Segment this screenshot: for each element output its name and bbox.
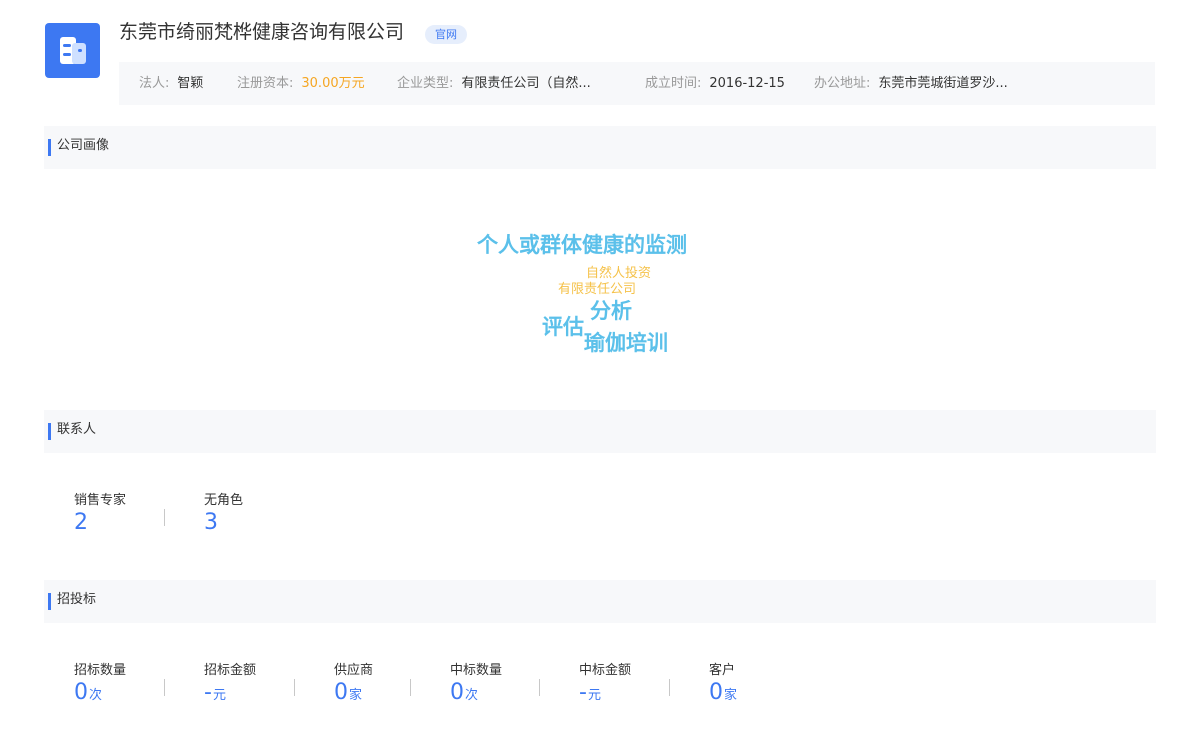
section-accent-bar (48, 139, 51, 156)
company-type-label: 企业类型: (397, 76, 454, 91)
contact-stat-no-role[interactable]: 无角色 3 (204, 492, 243, 536)
bid-stat-suppliers[interactable]: 供应商 0家 (334, 662, 373, 709)
stat-label: 销售专家 (74, 493, 127, 508)
office-address: 办公地址: 东莞市莞城街道罗沙... (814, 62, 1008, 105)
section-title: 招投标 (57, 592, 97, 607)
founded-date-value: 2016-12-15 (709, 76, 785, 91)
stat-unit: 家 (349, 688, 363, 703)
registered-capital-value: 30.00万元 (301, 76, 365, 91)
stat-label: 供应商 (334, 663, 374, 678)
bid-stat-win-count[interactable]: 中标数量 0次 (450, 662, 502, 709)
stat-unit: 元 (212, 688, 226, 703)
stat-unit: 次 (89, 688, 103, 703)
stat-value: 0次 (74, 680, 103, 705)
word-cloud-term: 个人或群体健康的监测 (477, 233, 687, 257)
word-cloud-term: 评估 (542, 315, 584, 339)
stat-value: 0家 (709, 680, 738, 705)
stat-divider (164, 509, 165, 526)
stat-label: 中标数量 (450, 663, 503, 678)
stat-value: 0家 (334, 680, 363, 705)
company-logo (45, 23, 100, 78)
founded-date: 成立时间: 2016-12-15 (645, 62, 785, 105)
word-cloud-term: 分析 (590, 299, 632, 323)
word-cloud-term: 有限责任公司 (558, 282, 637, 297)
office-address-label: 办公地址: (814, 76, 871, 91)
company-info-bar: 法人: 智颖 注册资本: 30.00万元 企业类型: 有限责任公司（自然... 成立时… (119, 62, 1155, 105)
stat-value: 3 (204, 510, 218, 535)
section-accent-bar (48, 593, 51, 610)
stat-unit: 元 (587, 688, 601, 703)
contact-stat-sales-expert[interactable]: 销售专家 2 (74, 492, 126, 536)
registered-capital-label: 注册资本: (237, 76, 294, 91)
bid-stat-tender-count[interactable]: 招标数量 0次 (74, 662, 126, 709)
registered-capital: 注册资本: 30.00万元 (237, 62, 365, 105)
word-cloud-term: 瑜伽培训 (584, 331, 668, 355)
stat-label: 无角色 (204, 493, 244, 508)
stat-divider (410, 679, 411, 696)
company-type-value: 有限责任公司（自然... (461, 76, 591, 91)
founded-date-label: 成立时间: (645, 76, 702, 91)
section-accent-bar (48, 423, 51, 440)
bid-stat-tender-amount[interactable]: 招标金额 -元 (204, 662, 256, 709)
legal-person: 法人: 智颖 (139, 62, 203, 105)
bid-stat-customers[interactable]: 客户 0家 (709, 662, 737, 709)
stat-value: 2 (74, 510, 88, 535)
section-company-profile: 公司画像 (44, 126, 1156, 169)
word-cloud: 个人或群体健康的监测 自然人投资 有限责任公司 分析 评估 瑜伽培训 (0, 0, 1200, 752)
section-bidding: 招投标 (44, 580, 1156, 623)
stat-label: 客户 (709, 663, 736, 678)
company-name: 东莞市绮丽梵桦健康咨询有限公司 (119, 21, 405, 43)
stat-divider (669, 679, 670, 696)
stat-divider (164, 679, 165, 696)
stat-label: 中标金额 (579, 663, 632, 678)
stat-divider (539, 679, 540, 696)
stat-label: 招标数量 (74, 663, 127, 678)
legal-person-value[interactable]: 智颖 (177, 76, 203, 91)
section-title: 公司画像 (57, 138, 110, 153)
stat-unit: 次 (465, 688, 479, 703)
stat-value: 0次 (450, 680, 479, 705)
section-title: 联系人 (57, 422, 97, 437)
stat-label: 招标金额 (204, 663, 257, 678)
stat-unit: 家 (724, 688, 738, 703)
building-icon (60, 37, 86, 64)
word-cloud-term: 自然人投资 (586, 266, 652, 281)
company-type: 企业类型: 有限责任公司（自然... (397, 62, 591, 105)
office-address-value: 东莞市莞城街道罗沙... (878, 76, 1008, 91)
official-site-badge[interactable]: 官网 (425, 25, 467, 44)
stat-divider (294, 679, 295, 696)
bid-stat-win-amount[interactable]: 中标金额 -元 (579, 662, 631, 709)
section-contacts: 联系人 (44, 410, 1156, 453)
legal-person-label: 法人: (139, 76, 170, 91)
stat-value: -元 (204, 680, 226, 705)
stat-value: -元 (579, 680, 601, 705)
